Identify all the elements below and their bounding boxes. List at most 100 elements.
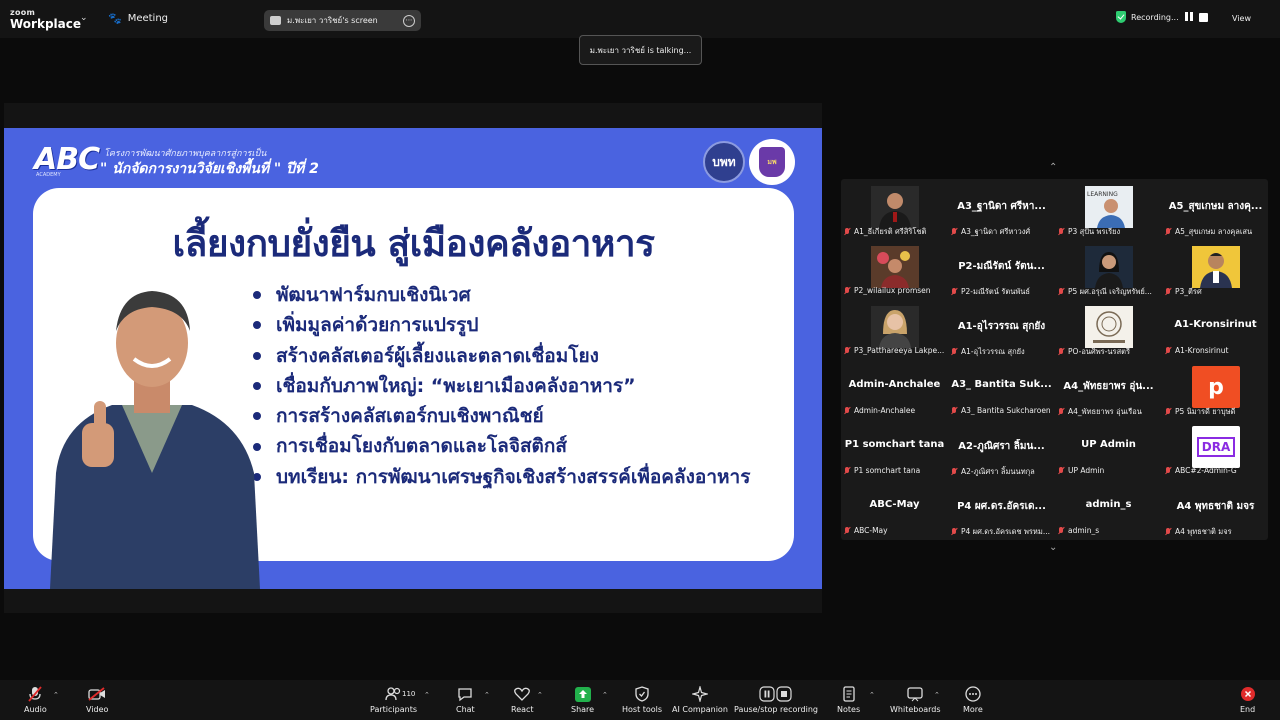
participant-tile[interactable]: P4 ผศ.ดร.อัครเด... P4 ผศ.ดร.อัครเดช พรหม.… [948, 479, 1055, 539]
chevron-down-icon[interactable]: ⌄ [80, 13, 88, 23]
participant-tile[interactable]: admin_s admin_s [1055, 479, 1162, 539]
zoom-workplace-logo[interactable]: zoom Workplace [10, 9, 82, 31]
participant-display-name: A4 พุทธชาติ มจร [1176, 501, 1255, 512]
mic-muted-icon [951, 468, 957, 476]
participant-name-label: A1_ธีเกียรติ ศรีสิริโชติ [844, 226, 946, 238]
participant-tile[interactable]: P3_Patthareeya Lakpe... [841, 299, 948, 359]
whiteboard-icon [907, 686, 923, 702]
whiteboards-caret-icon[interactable]: ⌃ [934, 691, 940, 699]
mic-muted-icon [1058, 348, 1064, 356]
chat-button[interactable]: Chat [456, 686, 475, 714]
participant-tile[interactable]: P2_wilailux promsen [841, 239, 948, 299]
end-call-icon [1240, 686, 1255, 702]
share-button[interactable]: Share [571, 686, 594, 714]
whiteboards-button[interactable]: Whiteboards [890, 686, 941, 714]
gallery-scroll-up-icon[interactable]: ⌃ [1049, 162, 1057, 173]
react-button[interactable]: React [511, 686, 534, 714]
share-chip-label: ม.พะเยา วาริชย์'s screen [287, 16, 378, 25]
participant-name-text: A2-ภูณิศรา ลิ้มนนทกุล [961, 467, 1035, 476]
participant-name-text: A1-อุไรวรรณ สุกยัง [961, 347, 1025, 356]
participant-avatar [871, 186, 919, 228]
bullet-item: บทเรียน: การพัฒนาเศรษฐกิจเชิงสร้างสรรค์เ… [253, 462, 750, 492]
pause-stop-recording-button[interactable]: Pause/stop recording [734, 686, 818, 714]
participant-tile[interactable]: PO-อนศิพร-นรสตรี [1055, 299, 1162, 359]
participant-avatar: p [1192, 366, 1240, 408]
pmua-logo: บพท [703, 141, 745, 183]
participant-name-label: A4 พุทธชาติ มจร [1165, 526, 1267, 538]
sparkle-icon [691, 686, 708, 702]
participant-tile[interactable]: P5 ผศ.อรุณี เจริญทรัพย์... [1055, 239, 1162, 299]
slide-headline: เลี้ยงกบยั่งยืน สู่เมืองคลังอาหาร [172, 222, 656, 265]
participant-tile[interactable]: Admin-Anchalee Admin-Anchalee [841, 359, 948, 419]
participant-display-name: A1-อุไรวรรณ สุกยัง [957, 321, 1046, 332]
participant-tile[interactable]: A1_ธีเกียรติ ศรีสิริโชติ [841, 179, 948, 239]
participants-caret-icon[interactable]: ⌃ [424, 691, 430, 699]
bullet-item: การเชื่อมโยงกับตลาดและโลจิสติกส์ [253, 431, 750, 461]
participant-tile[interactable]: p P5 นิมารดี ยาบุษดี [1162, 359, 1269, 419]
participant-avatar [871, 306, 919, 348]
video-button[interactable]: Video [86, 686, 108, 714]
participant-display-name: ABC-May [869, 499, 920, 510]
more-button[interactable]: More [963, 686, 983, 714]
participant-tile[interactable]: UP Admin UP Admin [1055, 419, 1162, 479]
mic-muted-icon [28, 686, 43, 702]
mic-muted-icon [1058, 408, 1064, 416]
chat-caret-icon[interactable]: ⌃ [484, 691, 490, 699]
participant-tile[interactable]: A2-ภูณิศรา ลิ้มน... A2-ภูณิศรา ลิ้มนนทกุล [948, 419, 1055, 479]
share-caret-icon[interactable]: ⌃ [602, 691, 608, 699]
notes-caret-icon[interactable]: ⌃ [869, 691, 875, 699]
host-tools-button[interactable]: Host tools [622, 686, 662, 714]
participant-tile[interactable]: A3_ฐานิดา ศรีหา... A3_ฐานิดา ศรีหาวงศ์ [948, 179, 1055, 239]
whiteboards-label: Whiteboards [890, 705, 941, 714]
participant-name-text: P1 somchart tana [854, 466, 921, 475]
participant-tile[interactable]: ABC-May ABC-May [841, 479, 948, 539]
pause-stop-label: Pause/stop recording [734, 705, 818, 714]
participant-tile[interactable]: A5_สุขเกษม ลางคุ... A5_สุขเกษม ลางคุลเสน [1162, 179, 1269, 239]
host-tools-label: Host tools [622, 705, 663, 714]
audio-button[interactable]: Audio [24, 686, 47, 714]
participant-tile[interactable]: A1-Kronsirinut A1-Kronsirinut [1162, 299, 1269, 359]
audio-options-caret-icon[interactable]: ⌃ [53, 691, 59, 699]
bullet-item: เชื่อมกับภาพใหญ่: “พะเยาเมืองคลังอาหาร” [253, 371, 750, 401]
notes-button[interactable]: Notes [837, 686, 860, 714]
pause-recording-icon[interactable] [1184, 12, 1194, 22]
mic-muted-icon [1058, 526, 1064, 535]
bullet-item: การสร้างคลัสเตอร์กบเชิงพาณิชย์ [253, 401, 750, 431]
participant-tile[interactable]: P2-มณีรัตน์ รัตน... P2-มณีรัตน์ รัตนพันธ์ [948, 239, 1055, 299]
end-meeting-button[interactable]: End [1240, 686, 1255, 714]
react-caret-icon[interactable]: ⌃ [537, 691, 543, 699]
more-dots-icon [965, 686, 981, 702]
participant-name-label: A5_สุขเกษม ลางคุลเสน [1165, 226, 1267, 238]
participant-name-label: P4 ผศ.ดร.อัครเดช พรหม... [951, 526, 1053, 538]
participant-tile[interactable]: A4 พุทธชาติ มจร A4 พุทธชาติ มจร [1162, 479, 1269, 539]
bullet-item: สร้างคลัสเตอร์ผู้เลี้ยงและตลาดเชื่อมโยง [253, 341, 750, 371]
ai-companion-button[interactable]: AI Companion [672, 686, 728, 714]
participant-name-label: PO-อนศิพร-นรสตรี [1058, 346, 1160, 358]
participant-name-text: P3_Patthareeya Lakpe... [854, 346, 945, 355]
participant-tile[interactable]: DRA ABC#2-Admin-G [1162, 419, 1269, 479]
mic-muted-icon [844, 286, 850, 295]
participant-tile[interactable]: A1-อุไรวรรณ สุกยัง A1-อุไรวรรณ สุกยัง [948, 299, 1055, 359]
brand-big: Workplace [10, 17, 82, 31]
participant-tile[interactable]: LEARNING P3 สุปัน พรเรียง [1055, 179, 1162, 239]
participant-avatar [1085, 306, 1133, 348]
mic-muted-icon [1058, 228, 1064, 236]
view-button[interactable]: View [1232, 14, 1251, 23]
gallery-scroll-down-icon[interactable]: ⌄ [1049, 542, 1057, 553]
university-logo: มพ [749, 139, 795, 185]
participant-tile[interactable]: A3_ Bantita Suk... A3_ Bantita Sukcharoen [948, 359, 1055, 419]
participant-name-text: A3_ Bantita Sukcharoen [961, 406, 1051, 415]
participant-display-name: UP Admin [1081, 439, 1136, 450]
shared-slide: ABC ACADEMY โครงการพัฒนาศักยภาพบุคลากรสู… [4, 128, 822, 589]
participant-tile[interactable]: P1 somchart tana P1 somchart tana [841, 419, 948, 479]
participant-tile[interactable]: A4_พัทธยาพร อุ่น... A4_พัทธยาพร อุ่นเรือน [1055, 359, 1162, 419]
stop-recording-icon[interactable] [1198, 12, 1208, 22]
participant-tile[interactable]: P3_ตีรศ [1162, 239, 1269, 299]
participant-name-label: P5 นิมารดี ยาบุษดี [1165, 406, 1267, 418]
meeting-menu[interactable]: 🐾 Meeting [108, 12, 168, 25]
participant-name-label: A1-อุไรวรรณ สุกยัง [951, 346, 1053, 358]
screen-share-chip[interactable]: ม.พะเยา วาริชย์'s screen ⋯ [264, 10, 421, 31]
participant-name-text: A1-Kronsirinut [1175, 346, 1229, 355]
participant-display-name: P4 ผศ.ดร.อัครเด... [957, 501, 1046, 512]
more-options-icon[interactable]: ⋯ [403, 14, 415, 27]
